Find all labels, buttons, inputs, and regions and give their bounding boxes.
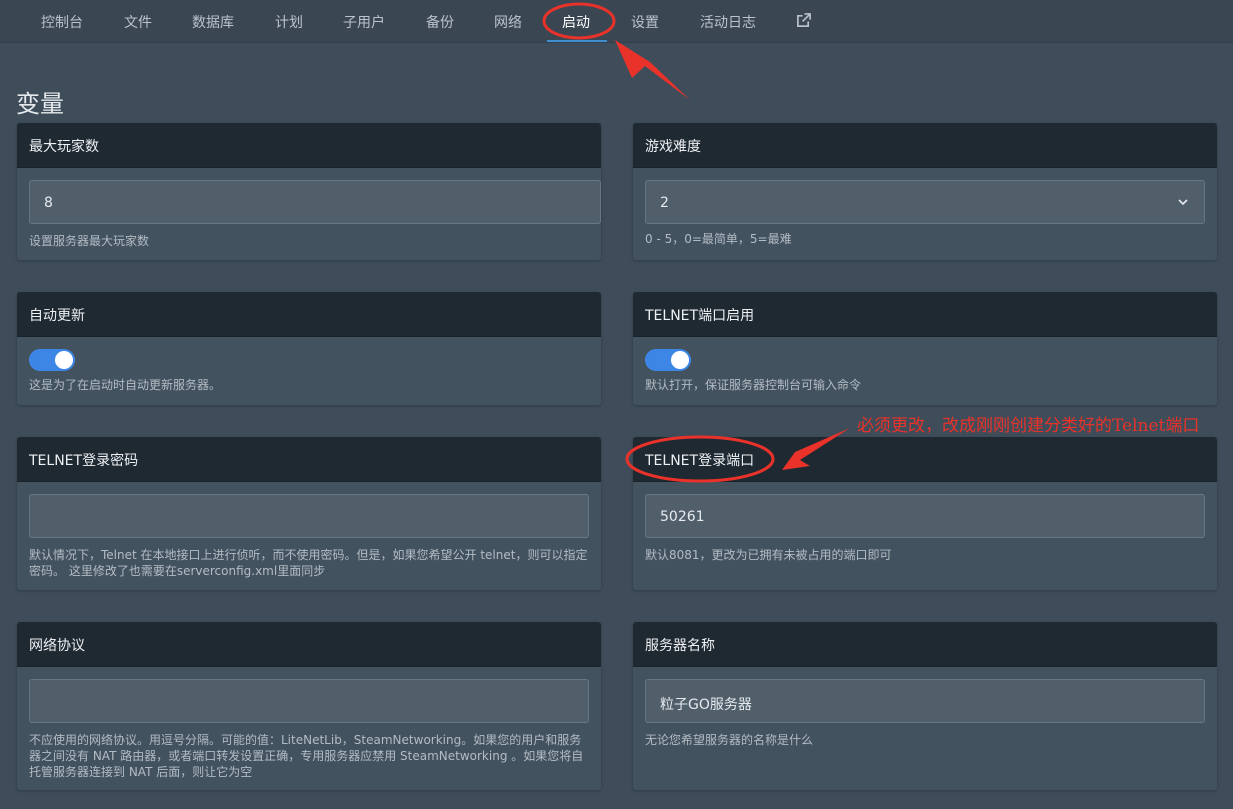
auto-update-toggle[interactable]	[29, 349, 75, 371]
card-header: TELNET登录端口	[633, 437, 1217, 482]
difficulty-help: 0 - 5，0=最简单，5=最难	[645, 232, 792, 246]
chevron-down-icon	[1178, 199, 1188, 206]
card-header: TELNET登录密码	[17, 437, 601, 482]
variable-card-server-name: 服务器名称 粒子GO服务器 无论您希望服务器的名称是什么	[633, 622, 1217, 790]
external-link-icon[interactable]	[796, 13, 811, 28]
card-header: TELNET端口启用	[633, 292, 1217, 337]
tab-backups[interactable]: 备份	[426, 12, 454, 32]
variable-card-max-players: 最大玩家数 8 设置服务器最大玩家数	[17, 123, 601, 260]
card-title: TELNET端口启用	[645, 308, 755, 324]
card-header: 最大玩家数	[17, 123, 601, 168]
telnet-port-input[interactable]: 50261	[645, 494, 1205, 538]
variable-card-telnet-enabled: TELNET端口启用 默认打开，保证服务器控制台可输入命令	[633, 292, 1217, 405]
difficulty-select[interactable]: 2	[645, 180, 1205, 224]
auto-update-help: 这是为了在启动时自动更新服务器。	[29, 378, 222, 392]
card-title: 自动更新	[29, 308, 85, 324]
network-protocol-help: 不应使用的网络协议。用逗号分隔。可能的值：LiteNetLib，SteamNet…	[29, 733, 584, 779]
tab-schedules[interactable]: 计划	[275, 12, 303, 32]
network-protocol-input[interactable]	[29, 679, 589, 723]
variable-card-telnet-port: TELNET登录端口 50261 默认8081，更改为已拥有未被占用的端口即可	[633, 437, 1217, 590]
variable-card-telnet-password: TELNET登录密码 默认情况下，Telnet 在本地接口上进行侦听，而不使用密…	[17, 437, 601, 590]
toggle-knob	[671, 351, 689, 369]
annotation-note: 必须更改，改成刚刚创建分类好的Telnet端口	[857, 416, 1200, 436]
top-nav: 控制台 文件 数据库 计划 子用户 备份 网络 启动 设置 活动日志	[0, 0, 1233, 43]
tab-activity-log[interactable]: 活动日志	[700, 12, 756, 32]
difficulty-select-value: 2	[660, 195, 669, 211]
tab-files[interactable]: 文件	[124, 12, 152, 32]
server-name-help: 无论您希望服务器的名称是什么	[645, 733, 814, 747]
variable-card-auto-update: 自动更新 这是为了在启动时自动更新服务器。	[17, 292, 601, 405]
max-players-help: 设置服务器最大玩家数	[29, 234, 150, 248]
telnet-password-input[interactable]	[29, 494, 589, 538]
telnet-enabled-toggle[interactable]	[645, 349, 691, 371]
card-title: TELNET登录端口	[645, 453, 755, 469]
card-title: TELNET登录密码	[29, 453, 139, 469]
card-title: 游戏难度	[645, 139, 701, 155]
telnet-password-help: 默认情况下，Telnet 在本地接口上进行侦听，而不使用密码。但是，如果您希望公…	[29, 548, 588, 578]
tab-console[interactable]: 控制台	[41, 12, 83, 32]
card-header: 服务器名称	[633, 622, 1217, 667]
tab-subusers[interactable]: 子用户	[343, 12, 385, 32]
tab-startup[interactable]: 启动	[562, 12, 590, 32]
card-title: 服务器名称	[645, 638, 715, 654]
telnet-enabled-help: 默认打开，保证服务器控制台可输入命令	[645, 378, 862, 392]
active-tab-indicator	[547, 40, 607, 42]
card-header: 网络协议	[17, 622, 601, 667]
tab-settings[interactable]: 设置	[631, 12, 659, 32]
tab-databases[interactable]: 数据库	[192, 12, 234, 32]
max-players-input[interactable]: 8	[29, 180, 601, 224]
telnet-port-help: 默认8081，更改为已拥有未被占用的端口即可	[645, 548, 892, 562]
variable-card-difficulty: 游戏难度 2 0 - 5，0=最简单，5=最难	[633, 123, 1217, 260]
tab-network[interactable]: 网络	[494, 12, 522, 32]
variable-card-network-protocol: 网络协议 不应使用的网络协议。用逗号分隔。可能的值：LiteNetLib，Ste…	[17, 622, 601, 790]
card-header: 自动更新	[17, 292, 601, 337]
card-title: 最大玩家数	[29, 139, 99, 155]
toggle-knob	[55, 351, 73, 369]
card-title: 网络协议	[29, 638, 85, 654]
annotation-arrow-startup-tab	[615, 40, 690, 100]
page-title: 变量	[16, 90, 64, 118]
server-name-input[interactable]: 粒子GO服务器	[645, 679, 1205, 723]
card-header: 游戏难度	[633, 123, 1217, 168]
